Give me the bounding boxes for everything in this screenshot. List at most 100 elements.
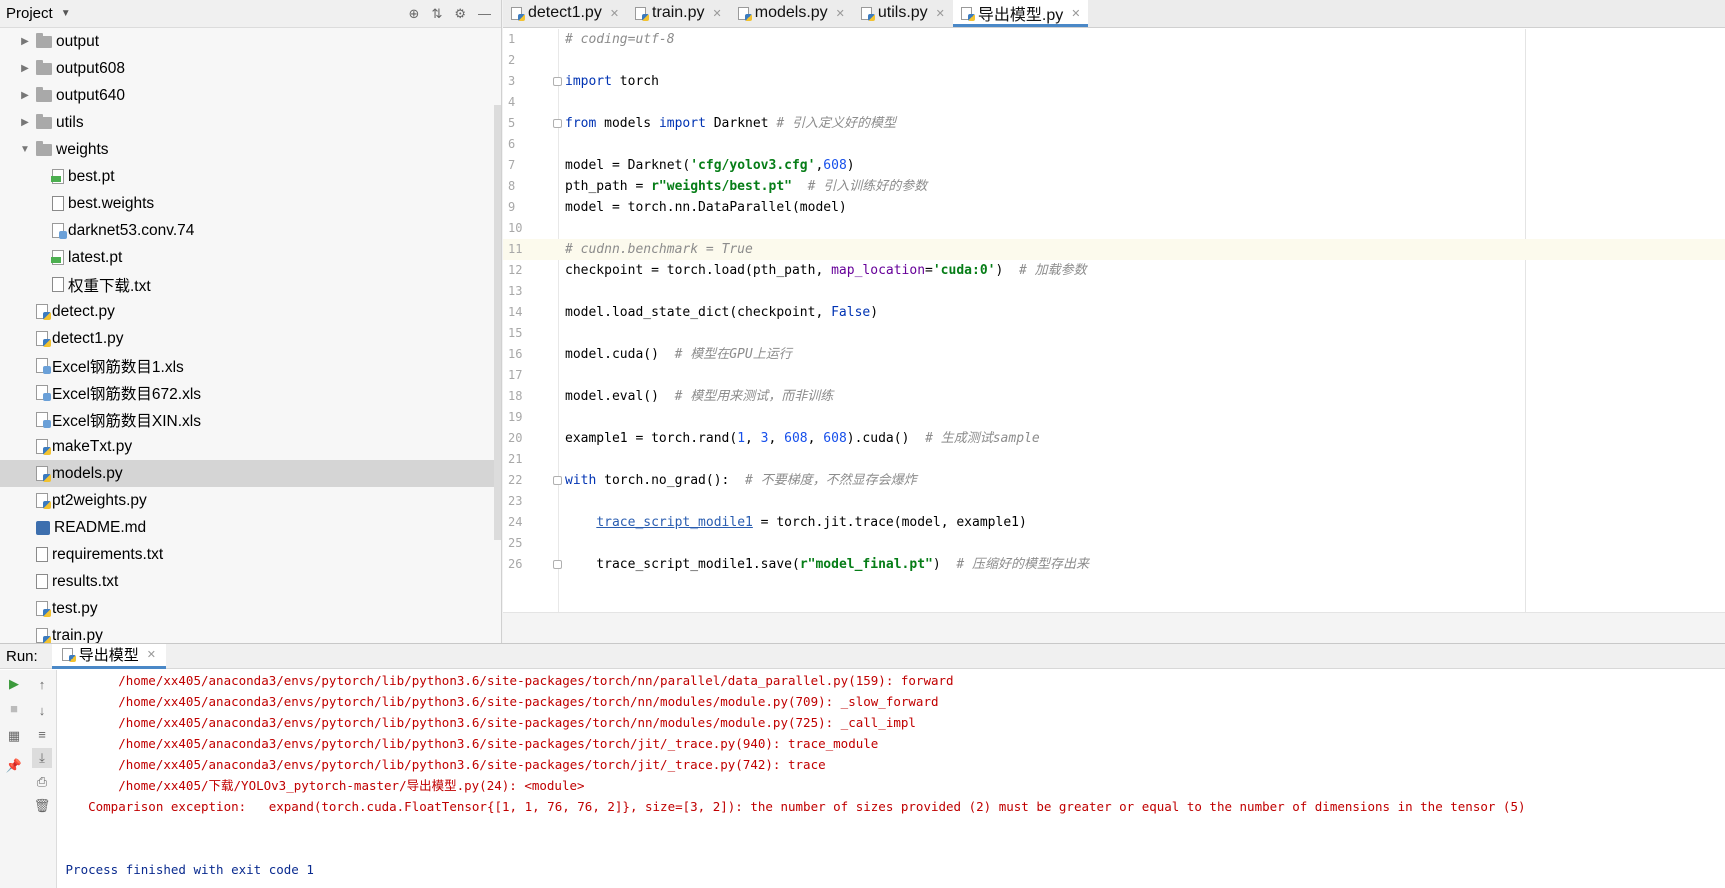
- soft-wrap-icon[interactable]: ≡: [32, 724, 52, 744]
- line-number: 12: [508, 263, 523, 277]
- close-icon[interactable]: ✕: [713, 7, 722, 20]
- code-line[interactable]: 22 with torch.no_grad(): # 不要梯度，不然显存会爆炸: [503, 470, 1725, 491]
- tree-item-label: Excel钢筋数目XIN.xls: [52, 412, 201, 430]
- code-line[interactable]: 17: [503, 365, 1725, 386]
- code-line[interactable]: 4: [503, 92, 1725, 113]
- layout-icon[interactable]: ▦: [4, 726, 24, 746]
- tree-item-label: Excel钢筋数目1.xls: [52, 358, 184, 376]
- tree-file[interactable]: pt2weights.py: [0, 487, 501, 514]
- code-token: example1 = torch.rand(: [565, 431, 738, 446]
- tree-folder[interactable]: ▶ output: [0, 28, 501, 55]
- project-title[interactable]: Project: [6, 5, 53, 22]
- expand-arrow-icon[interactable]: ▼: [18, 144, 32, 155]
- code-line[interactable]: 26 trace_script_modile1.save(r"model_fin…: [503, 554, 1725, 575]
- code-line[interactable]: 3 import torch: [503, 71, 1725, 92]
- code-line[interactable]: 12 checkpoint = torch.load(pth_path, map_…: [503, 260, 1725, 281]
- pin-icon[interactable]: 📌: [4, 756, 24, 776]
- folder-icon: [36, 32, 52, 48]
- py-icon: [36, 439, 51, 455]
- close-icon[interactable]: ✕: [936, 7, 945, 20]
- tree-file[interactable]: 权重下载.txt: [0, 271, 501, 298]
- collapse-arrow-icon[interactable]: ▶: [18, 36, 32, 47]
- collapse-icon[interactable]: ⇅: [431, 6, 442, 22]
- fold-icon[interactable]: [553, 476, 562, 485]
- code-lines[interactable]: 1 # coding=utf-8 2 3 import torch 4 5 from mode…: [503, 29, 1725, 575]
- console-output[interactable]: /home/xx405/anaconda3/envs/pytorch/lib/p…: [58, 670, 1725, 888]
- tree-file[interactable]: best.weights: [0, 190, 501, 217]
- tree-file[interactable]: Excel钢筋数目672.xls: [0, 379, 501, 406]
- down-arrow-icon[interactable]: ↓: [32, 700, 52, 720]
- editor-tab[interactable]: utils.py ✕: [853, 0, 953, 27]
- tree-file[interactable]: latest.pt: [0, 244, 501, 271]
- chevron-down-icon[interactable]: ▼: [61, 8, 71, 19]
- code-line[interactable]: 2: [503, 50, 1725, 71]
- tree-file[interactable]: detect1.py: [0, 325, 501, 352]
- tree-item-label: darknet53.conv.74: [68, 221, 195, 239]
- collapse-arrow-icon[interactable]: ▶: [18, 117, 32, 128]
- code-line[interactable]: 23: [503, 491, 1725, 512]
- tree-file[interactable]: Excel钢筋数目1.xls: [0, 352, 501, 379]
- fold-icon[interactable]: [553, 560, 562, 569]
- scrollbar[interactable]: [494, 105, 501, 540]
- tree-folder[interactable]: ▼ weights: [0, 136, 501, 163]
- trash-icon[interactable]: 🗑: [32, 796, 52, 816]
- code-line[interactable]: 11 # cudnn.benchmark = True: [503, 239, 1725, 260]
- editor-tab[interactable]: train.py ✕: [627, 0, 730, 27]
- close-icon[interactable]: ✕: [1071, 7, 1080, 20]
- tree-folder[interactable]: ▶ utils: [0, 109, 501, 136]
- stop-icon[interactable]: ■: [4, 698, 24, 718]
- rerun-icon[interactable]: ▶: [4, 674, 24, 694]
- minimize-icon[interactable]: —: [478, 6, 491, 22]
- fold-icon[interactable]: [553, 119, 562, 128]
- code-line[interactable]: 1 # coding=utf-8: [503, 29, 1725, 50]
- tree-file[interactable]: Excel钢筋数目XIN.xls: [0, 406, 501, 433]
- code-token: ): [846, 158, 855, 173]
- code-line[interactable]: 9 model = torch.nn.DataParallel(model): [503, 197, 1725, 218]
- tree-file[interactable]: best.pt: [0, 163, 501, 190]
- tree-file[interactable]: train.py: [0, 622, 501, 643]
- close-icon[interactable]: ✕: [610, 7, 619, 20]
- editor-tab[interactable]: detect1.py ✕: [503, 0, 627, 27]
- collapse-arrow-icon[interactable]: ▶: [18, 90, 32, 101]
- code-line[interactable]: 5 from models import Darknet # 引入定义好的模型: [503, 113, 1725, 134]
- editor-tab[interactable]: 导出模型.py ✕: [952, 0, 1089, 27]
- console-line: /home/xx405/anaconda3/envs/pytorch/lib/p…: [58, 757, 826, 772]
- code-line[interactable]: 18 model.eval() # 模型用来测试，而非训练: [503, 386, 1725, 407]
- fold-icon[interactable]: [553, 77, 562, 86]
- up-arrow-icon[interactable]: ↑: [32, 674, 52, 694]
- code-line[interactable]: 10: [503, 218, 1725, 239]
- code-line[interactable]: 25: [503, 533, 1725, 554]
- code-editor[interactable]: 1 # coding=utf-8 2 3 import torch 4 5 from mode…: [503, 29, 1725, 612]
- code-line[interactable]: 20 example1 = torch.rand(1, 3, 608, 608).…: [503, 428, 1725, 449]
- tree-folder[interactable]: ▶ output608: [0, 55, 501, 82]
- print-icon[interactable]: ⎙: [32, 772, 52, 792]
- code-line[interactable]: 15: [503, 323, 1725, 344]
- close-icon[interactable]: ✕: [836, 7, 845, 20]
- tree-file[interactable]: requirements.txt: [0, 541, 501, 568]
- code-line[interactable]: 8 pth_path = r"weights/best.pt" # 引入训练好的参…: [503, 176, 1725, 197]
- collapse-arrow-icon[interactable]: ▶: [18, 63, 32, 74]
- code-line[interactable]: 6: [503, 134, 1725, 155]
- code-line[interactable]: 7 model = Darknet('cfg/yolov3.cfg',608): [503, 155, 1725, 176]
- tree-file[interactable]: README.md: [0, 514, 501, 541]
- code-line[interactable]: 13: [503, 281, 1725, 302]
- tree-folder[interactable]: ▶ output640: [0, 82, 501, 109]
- tree-file[interactable]: makeTxt.py: [0, 433, 501, 460]
- tree-item-label: utils: [56, 113, 84, 131]
- locate-icon[interactable]: ⊕: [409, 6, 420, 22]
- tree-file[interactable]: models.py: [0, 460, 501, 487]
- code-line[interactable]: 14 model.load_state_dict(checkpoint, Fals…: [503, 302, 1725, 323]
- editor-tab[interactable]: models.py ✕: [730, 0, 853, 27]
- scroll-to-end-icon[interactable]: ⤓: [32, 748, 52, 768]
- tree-file[interactable]: results.txt: [0, 568, 501, 595]
- code-line[interactable]: 21: [503, 449, 1725, 470]
- tree-file[interactable]: detect.py: [0, 298, 501, 325]
- code-line[interactable]: 24 trace_script_modile1 = torch.jit.trac…: [503, 512, 1725, 533]
- code-line[interactable]: 19: [503, 407, 1725, 428]
- gear-icon[interactable]: ⚙: [454, 6, 466, 22]
- tree-file[interactable]: darknet53.conv.74: [0, 217, 501, 244]
- close-icon[interactable]: ✕: [147, 648, 156, 661]
- code-line[interactable]: 16 model.cuda() # 模型在GPU上运行: [503, 344, 1725, 365]
- run-tab[interactable]: 导出模型 ✕: [51, 643, 166, 669]
- tree-file[interactable]: test.py: [0, 595, 501, 622]
